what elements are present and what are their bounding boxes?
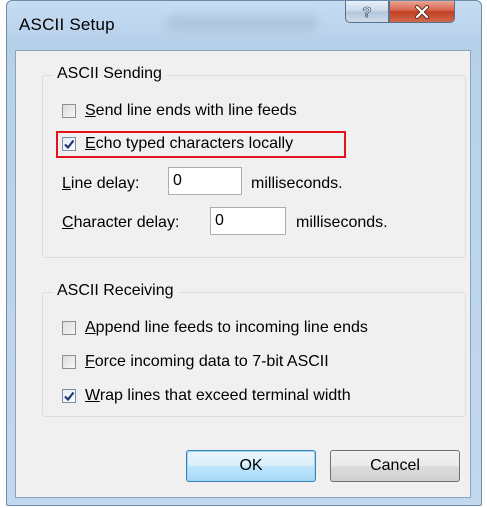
echo-typed-checkbox[interactable] bbox=[62, 137, 76, 151]
wrap-lines-label: Wrap lines that exceed terminal width bbox=[85, 387, 351, 404]
echo-typed-checkbox-row[interactable]: Echo typed characters locally bbox=[62, 135, 293, 153]
character-delay-unit-label: milliseconds. bbox=[296, 214, 388, 231]
append-line-feeds-checkbox[interactable] bbox=[62, 321, 76, 335]
ok-button[interactable]: OK bbox=[186, 450, 316, 482]
send-line-ends-checkbox-row[interactable]: Send line ends with line feeds bbox=[62, 102, 297, 120]
dialog-title: ASCII Setup bbox=[19, 15, 115, 34]
character-delay-input[interactable]: 0 bbox=[210, 207, 286, 235]
help-button[interactable]: ? bbox=[345, 1, 389, 23]
append-line-feeds-checkbox-row[interactable]: Append line feeds to incoming line ends bbox=[62, 319, 368, 337]
checkmark-icon bbox=[64, 139, 75, 150]
cancel-button[interactable]: Cancel bbox=[330, 450, 460, 482]
character-delay-label: Character delay: bbox=[62, 214, 180, 231]
blurred-background-text bbox=[167, 15, 317, 31]
group-title: ASCII Sending bbox=[53, 65, 166, 83]
group-title: ASCII Receiving bbox=[53, 282, 178, 300]
svg-text:?: ? bbox=[362, 4, 371, 20]
close-button[interactable] bbox=[389, 1, 455, 23]
close-icon bbox=[415, 4, 429, 19]
title-bar[interactable]: ASCII Setup ? bbox=[7, 1, 481, 51]
line-delay-unit-label: milliseconds. bbox=[251, 175, 343, 192]
echo-typed-label: Echo typed characters locally bbox=[85, 135, 294, 152]
line-delay-input[interactable]: 0 bbox=[168, 167, 242, 195]
send-line-ends-checkbox[interactable] bbox=[62, 104, 76, 118]
append-line-feeds-label: Append line feeds to incoming line ends bbox=[85, 319, 368, 336]
force-7bit-label: Force incoming data to 7-bit ASCII bbox=[85, 353, 329, 370]
wrap-lines-checkbox-row[interactable]: Wrap lines that exceed terminal width bbox=[62, 387, 351, 405]
send-line-ends-label: Send line ends with line feeds bbox=[85, 102, 297, 119]
checkmark-icon bbox=[64, 391, 75, 402]
force-7bit-checkbox[interactable] bbox=[62, 355, 76, 369]
wrap-lines-checkbox[interactable] bbox=[62, 389, 76, 403]
help-icon: ? bbox=[362, 4, 372, 20]
force-7bit-checkbox-row[interactable]: Force incoming data to 7-bit ASCII bbox=[62, 353, 329, 371]
line-delay-label: Line delay: bbox=[62, 175, 140, 192]
